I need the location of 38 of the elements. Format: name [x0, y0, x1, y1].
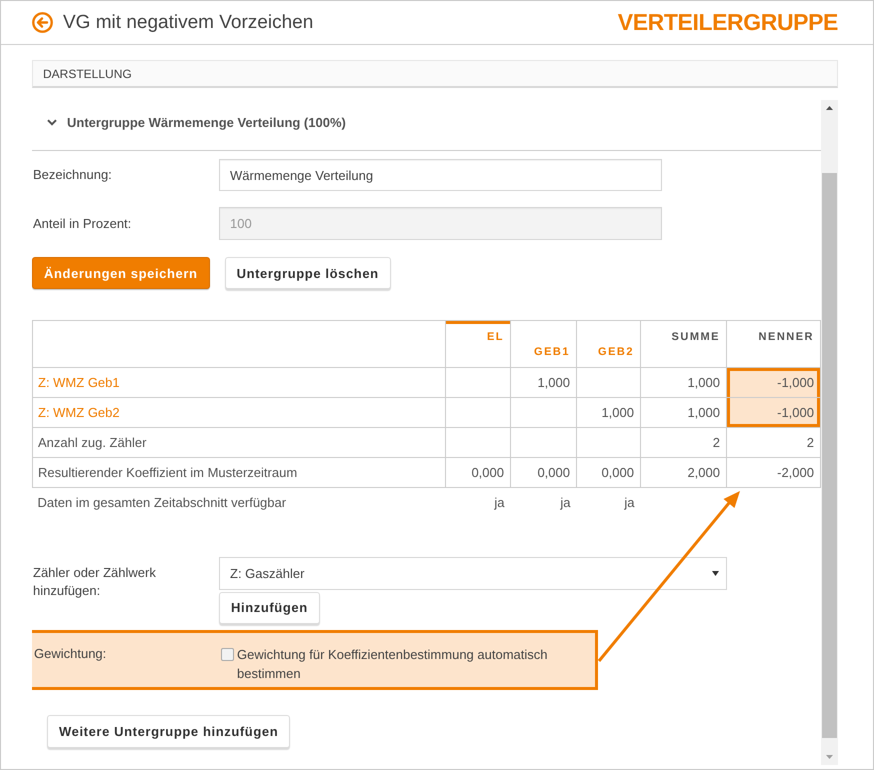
table-cell: ja	[576, 488, 640, 518]
add-subgroup-button[interactable]: Weitere Untergruppe hinzufügen	[47, 714, 290, 748]
table-cell: ja	[446, 488, 510, 518]
table-cell: ja	[510, 488, 576, 518]
row-label: Resultierender Koeffizient im Musterzeitraum	[32, 458, 446, 488]
row-label: Anzahl zug. Zähler	[32, 428, 446, 458]
table-cell: 0,000	[510, 458, 576, 488]
table-cell: 0,000	[446, 458, 510, 488]
field-label: Gewichtung:	[33, 644, 108, 663]
checkbox-label[interactable]: Gewichtung für Koeffizientenbestimmung automatisch bestimmen	[237, 644, 589, 682]
add-button[interactable]: Hinzufügen	[219, 592, 320, 624]
delete-button[interactable]: Untergruppe löschen	[224, 257, 391, 289]
table-cell: -1,000	[726, 398, 820, 428]
checkbox[interactable]	[221, 648, 234, 660]
table-cell: 0,000	[576, 458, 640, 488]
chevron-icon[interactable]	[47, 118, 57, 126]
field-label: Bezeichnung:	[32, 166, 113, 184]
text-input[interactable]: Wärmemenge Verteilung	[219, 159, 662, 191]
back-icon[interactable]	[32, 12, 53, 33]
page-title: VG mit negativem Vorzeichen	[63, 12, 314, 34]
scroll-down-icon[interactable]	[826, 755, 833, 759]
row-label: Daten im gesamten Zeitabschnitt verfügbar	[32, 488, 446, 518]
table-cell: 2	[640, 428, 726, 458]
scrollbar-thumb[interactable]	[822, 173, 837, 738]
table-cell: 1,000	[510, 368, 576, 398]
column-header[interactable]: SUMME	[640, 320, 726, 368]
meter-select[interactable]: Z: Gaszähler	[219, 556, 727, 590]
dropdown-caret-icon	[712, 570, 719, 576]
scroll-up-icon[interactable]	[826, 106, 833, 110]
table-cell: -1,000	[726, 368, 820, 398]
field-label: Anteil in Prozent:	[32, 214, 132, 232]
scrollbar[interactable]	[821, 100, 838, 765]
table-cell: 1,000	[576, 398, 640, 428]
subgroup-title[interactable]: Untergruppe Wärmemenge Verteilung (100%)	[67, 114, 346, 130]
section-name: VERTEILERGRUPPE	[618, 9, 838, 36]
display-section-bar[interactable]: DARSTELLUNG	[32, 60, 838, 88]
field-label: Zähler oder Zählwerk hinzufügen:	[32, 564, 157, 600]
table-cell: 2,000	[640, 458, 726, 488]
